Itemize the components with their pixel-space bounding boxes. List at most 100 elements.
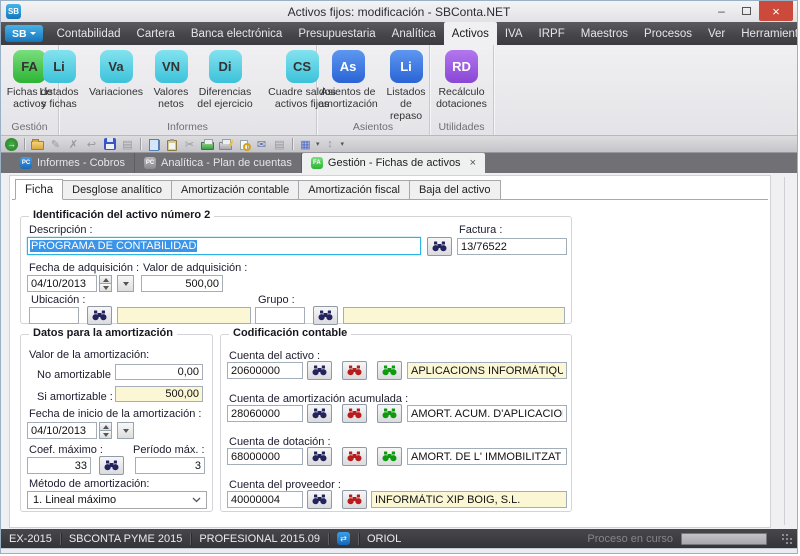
goto-record-icon[interactable]: →: [5, 138, 18, 151]
print-icon[interactable]: [200, 137, 215, 151]
cuenta-amortizacion-acumulada-input[interactable]: [227, 405, 303, 422]
cuenta-proveedor-lookup-red-button[interactable]: [342, 490, 367, 509]
ribbon-group-informes: Li Listados y fichas Va Variaciones VN V…: [59, 45, 317, 135]
cuenta-proveedor-input[interactable]: [227, 491, 303, 508]
minimize-button[interactable]: –: [709, 1, 734, 21]
menu-item-ver[interactable]: Ver: [700, 22, 733, 45]
quick-print-icon[interactable]: [218, 137, 233, 151]
grupo-code-input[interactable]: [255, 307, 305, 324]
toolbar-separator: [292, 138, 293, 150]
copy-icon[interactable]: [146, 137, 161, 151]
tab-amortizacion-fiscal[interactable]: Amortización fiscal: [299, 180, 410, 200]
factura-input[interactable]: [457, 238, 567, 255]
cuenta-activo-lookup-button[interactable]: [307, 361, 332, 380]
resize-grip[interactable]: [790, 542, 792, 544]
binoculars-red-icon: [347, 365, 362, 376]
cuenta-amortizacion-lookup-red-button[interactable]: [342, 404, 367, 423]
variaciones-button[interactable]: Va Variaciones: [84, 50, 148, 98]
menu-item-procesos[interactable]: Procesos: [636, 22, 700, 45]
menu-item-irpf[interactable]: IRPF: [531, 22, 573, 45]
undo-icon[interactable]: ↩: [84, 137, 99, 151]
ubicacion-code-input[interactable]: [29, 307, 79, 324]
menu-item-maestros[interactable]: Maestros: [573, 22, 636, 45]
fecha-inicio-input[interactable]: [27, 422, 97, 439]
diferencias-del-ejercicio-button[interactable]: Di Diferencias del ejercicio: [194, 50, 256, 110]
tab-ficha[interactable]: Ficha: [15, 179, 63, 200]
date-dropdown-button[interactable]: [117, 275, 134, 292]
delete-icon[interactable]: ✗: [66, 137, 81, 151]
metodo-amortizacion-select[interactable]: 1. Lineal máximo: [27, 491, 207, 509]
ubicacion-lookup-button[interactable]: [87, 306, 112, 325]
recalculo-dotaciones-button[interactable]: RD Recálculo dotaciones: [432, 50, 492, 110]
valor-adquisicion-input[interactable]: [141, 275, 223, 292]
window-bottom-edge: [1, 548, 797, 553]
menu-item-contabilidad[interactable]: Contabilidad: [49, 22, 129, 45]
mail-icon[interactable]: ✉: [254, 137, 269, 151]
edit-icon[interactable]: ✎: [48, 137, 63, 151]
app-menu-button[interactable]: SB: [5, 25, 43, 42]
menu-item-presupuestaria[interactable]: Presupuestaria: [290, 22, 383, 45]
menu-item-herramientas[interactable]: Herramientas: [733, 22, 798, 45]
binoculars-icon: [312, 408, 327, 419]
periodo-max-input[interactable]: [135, 457, 205, 474]
maximize-button[interactable]: [734, 1, 759, 21]
cuenta-proveedor-lookup-button[interactable]: [307, 490, 332, 509]
listados-y-fichas-button[interactable]: Li Listados y fichas: [34, 50, 84, 110]
valores-netos-button[interactable]: VN Valores netos: [148, 50, 194, 110]
cuenta-amortizacion-lookup-green-button[interactable]: [377, 404, 402, 423]
fichas-de-activos-tab-icon: FA: [311, 157, 323, 169]
binoculars-icon: [432, 241, 447, 252]
save-icon[interactable]: [102, 137, 117, 151]
spin-up-button[interactable]: [99, 275, 112, 284]
fecha-adquisicion-input[interactable]: [27, 275, 97, 292]
close-button[interactable]: ×: [759, 1, 793, 21]
cuenta-dotacion-lookup-green-button[interactable]: [377, 447, 402, 466]
cuenta-activo-lookup-red-button[interactable]: [342, 361, 367, 380]
new-document-icon[interactable]: ▤: [120, 137, 135, 151]
cuenta-dotacion-input[interactable]: [227, 448, 303, 465]
cuenta-dotacion-lookup-red-button[interactable]: [342, 447, 367, 466]
listados-de-repaso-icon: Li: [390, 50, 423, 83]
spin-down-button[interactable]: [99, 431, 112, 439]
print-preview-icon[interactable]: ▤: [272, 137, 287, 151]
coef-maximo-input[interactable]: [27, 457, 91, 474]
descripcion-lookup-button[interactable]: [427, 237, 452, 256]
groupbox-title: Identificación del activo número 2: [29, 209, 214, 221]
document-search-icon[interactable]: [236, 137, 251, 151]
doctab-analitica-plan-de-cuentas[interactable]: PC Analítica - Plan de cuentas: [135, 153, 302, 173]
menu-item-activos[interactable]: Activos: [444, 22, 497, 45]
menu-item-iva[interactable]: IVA: [497, 22, 531, 45]
menu-item-banca-electronica[interactable]: Banca electrónica: [183, 22, 290, 45]
tab-amortizacion-contable[interactable]: Amortización contable: [172, 180, 299, 200]
open-folder-icon[interactable]: [30, 137, 45, 151]
tab-desglose-analitico[interactable]: Desglose analítico: [63, 180, 172, 200]
descripcion-input[interactable]: PROGRAMA DE CONTABILIDAD: [27, 237, 421, 255]
cut-icon[interactable]: ✂: [182, 137, 197, 151]
doctab-informes-cobros[interactable]: PC Informes - Cobros: [11, 153, 135, 173]
grupo-lookup-button[interactable]: [313, 306, 338, 325]
date-dropdown-button[interactable]: [117, 422, 134, 439]
layout-grid-icon[interactable]: ▦: [298, 137, 313, 151]
spin-up-button[interactable]: [99, 422, 112, 431]
cuenta-amortizacion-lookup-button[interactable]: [307, 404, 332, 423]
tab-close-icon[interactable]: ×: [470, 157, 476, 169]
menu-item-analitica[interactable]: Analítica: [384, 22, 444, 45]
arrow-up-icon: [103, 425, 109, 429]
cuenta-dotacion-lookup-button[interactable]: [307, 447, 332, 466]
coef-lookup-button[interactable]: [99, 456, 124, 475]
tab-baja-del-activo[interactable]: Baja del activo: [410, 180, 501, 200]
menu-item-cartera[interactable]: Cartera: [129, 22, 183, 45]
cuenta-activo-input[interactable]: [227, 362, 303, 379]
listados-de-repaso-button[interactable]: Li Listados de repaso: [381, 50, 431, 122]
chevron-down-icon[interactable]: ▾: [341, 140, 345, 148]
expand-collapse-icon[interactable]: ↕: [323, 137, 338, 151]
chevron-down-icon[interactable]: ▾: [316, 140, 320, 148]
toolbar-separator: [24, 138, 25, 150]
doctab-gestion-fichas-de-activos[interactable]: FA Gestión - Fichas de activos ×: [302, 153, 485, 173]
no-amortizable-input[interactable]: [115, 364, 203, 380]
cuenta-activo-lookup-green-button[interactable]: [377, 361, 402, 380]
spin-down-button[interactable]: [99, 284, 112, 292]
asientos-de-amortizacion-button[interactable]: As Asientos de amortización: [315, 50, 381, 110]
paste-icon[interactable]: [164, 137, 179, 151]
status-separator: [60, 533, 61, 545]
